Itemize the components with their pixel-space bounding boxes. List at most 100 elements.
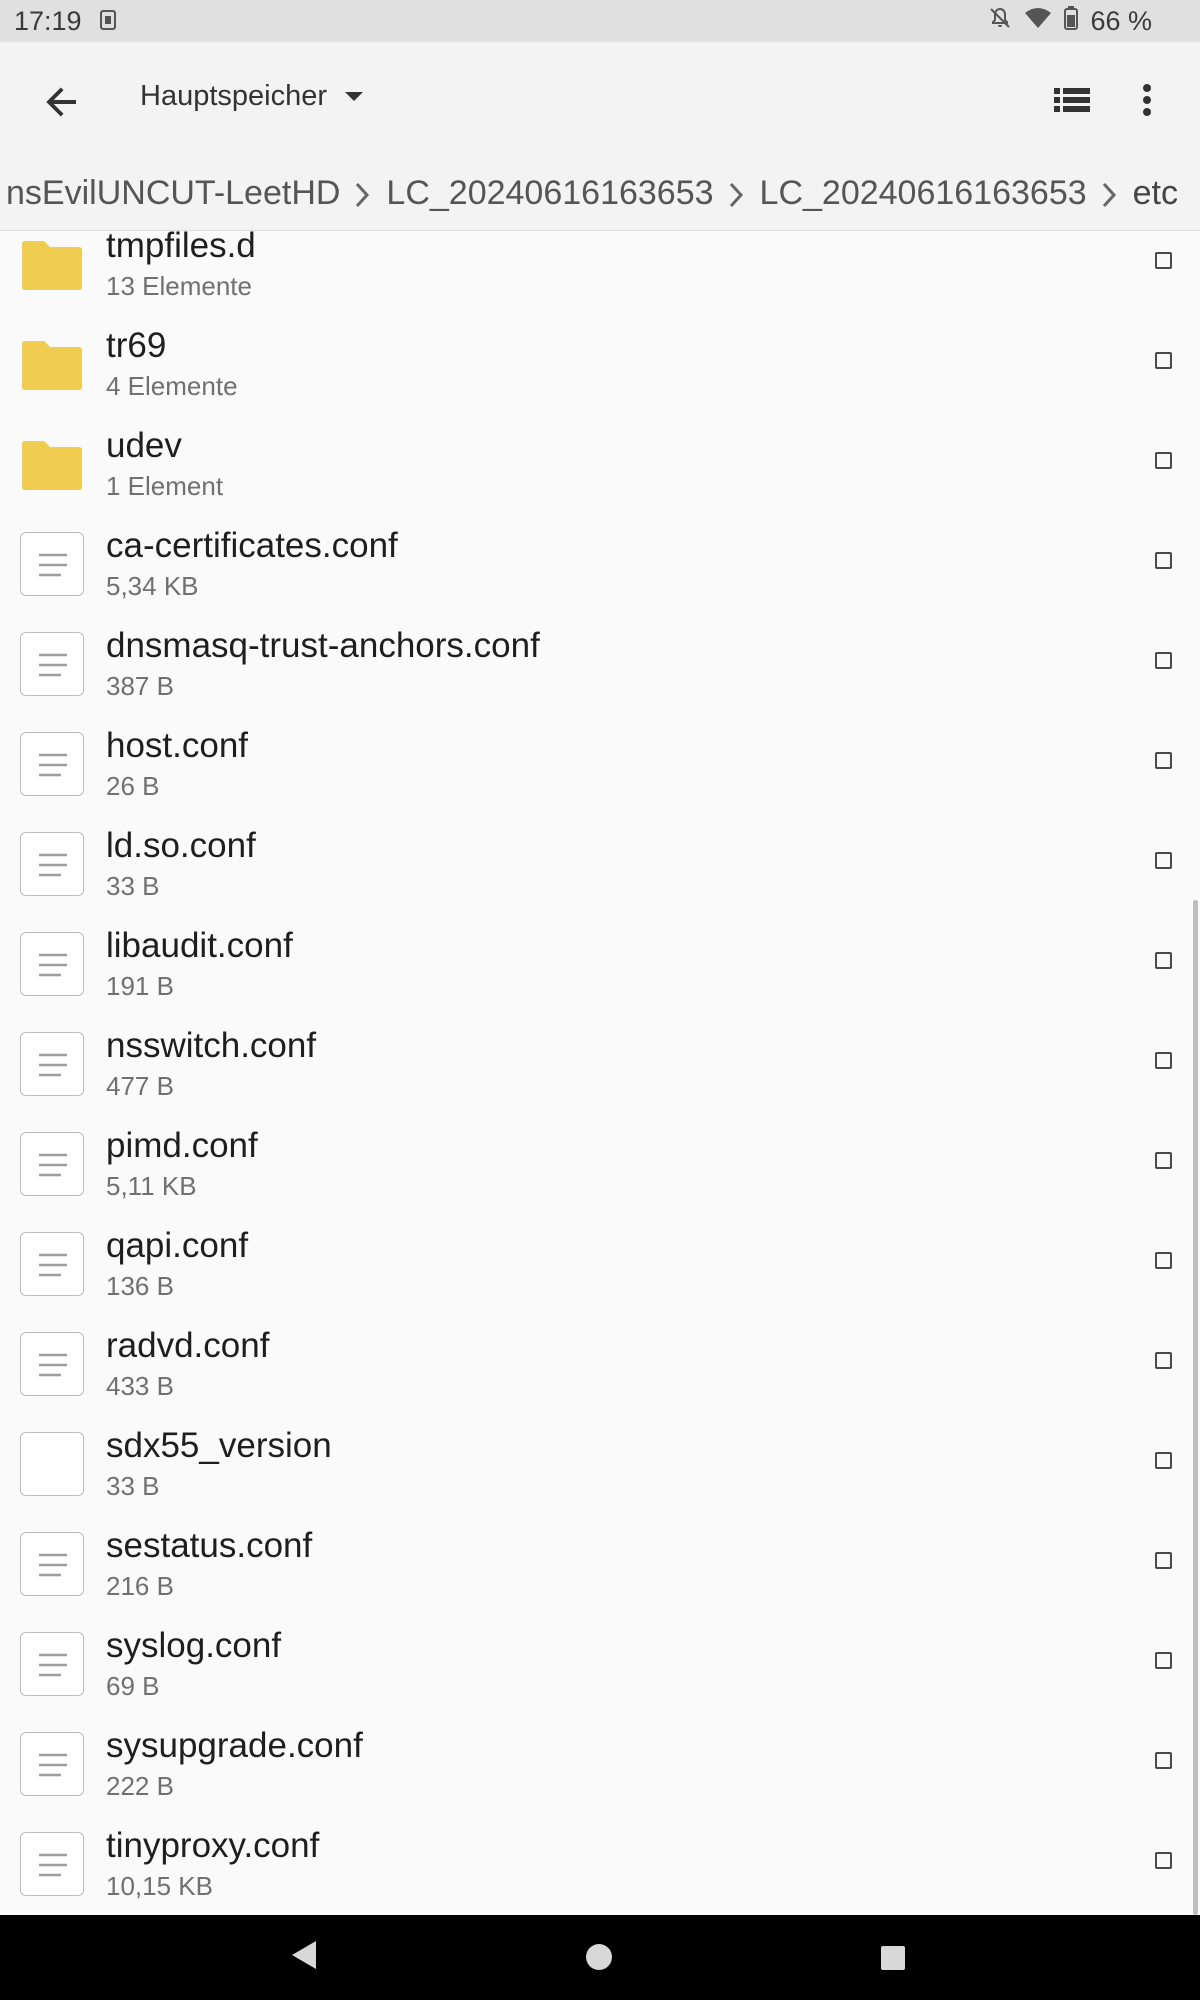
text-file-icon: [20, 732, 84, 796]
select-checkbox[interactable]: [1155, 652, 1172, 669]
item-count: 4 Elemente: [106, 371, 238, 401]
file-row[interactable]: qapi.conf 136 B: [0, 1212, 1200, 1312]
item-count: 13 Elemente: [106, 271, 252, 301]
file-name: tmpfiles.d: [106, 231, 256, 265]
file-size: 433 B: [106, 1371, 174, 1401]
file-size: 5,34 KB: [106, 571, 199, 601]
text-file-icon: [20, 1132, 84, 1196]
list-view-icon: [1054, 88, 1090, 112]
dropdown-arrow-icon: [345, 91, 363, 101]
nav-home-icon[interactable]: [586, 1944, 612, 1970]
back-button[interactable]: [38, 78, 86, 126]
select-checkbox[interactable]: [1155, 1552, 1172, 1569]
file-name: radvd.conf: [106, 1326, 270, 1365]
chevron-right-icon: [714, 177, 760, 211]
file-name: syslog.conf: [106, 1626, 282, 1665]
breadcrumb-segment[interactable]: nsEvilUNCUT-LeetHD: [6, 174, 340, 213]
chevron-right-icon: [340, 177, 386, 211]
more-options-button[interactable]: [1132, 78, 1162, 122]
list-view-button[interactable]: [1052, 80, 1092, 120]
select-checkbox[interactable]: [1155, 952, 1172, 969]
breadcrumb-current[interactable]: etc: [1133, 174, 1178, 213]
scrollbar[interactable]: [1193, 900, 1198, 1915]
app-bar: Hauptspeicher: [0, 42, 1200, 154]
select-checkbox[interactable]: [1155, 1352, 1172, 1369]
back-arrow-icon: [46, 87, 76, 117]
folder-row[interactable]: tmpfiles.d 13 Elemente: [0, 231, 1200, 312]
file-row[interactable]: sysupgrade.conf 222 B: [0, 1712, 1200, 1812]
nav-recents-icon[interactable]: [881, 1946, 905, 1970]
file-size: 222 B: [106, 1771, 174, 1801]
navigation-bar: [0, 1915, 1200, 2000]
file-size: 33 B: [106, 1471, 160, 1501]
more-vert-icon: [1143, 84, 1151, 116]
select-checkbox[interactable]: [1155, 352, 1172, 369]
file-row[interactable]: tinyproxy.conf 10,15 KB: [0, 1812, 1200, 1912]
select-checkbox[interactable]: [1155, 1452, 1172, 1469]
folder-icon: [20, 232, 84, 296]
chevron-right-icon: [1087, 177, 1133, 211]
file-row[interactable]: sestatus.conf 216 B: [0, 1512, 1200, 1612]
text-file-icon: [20, 532, 84, 596]
file-size: 477 B: [106, 1071, 174, 1101]
file-row[interactable]: host.conf 26 B: [0, 712, 1200, 812]
status-bar: 17:19 66 %: [0, 0, 1200, 42]
select-checkbox[interactable]: [1155, 1052, 1172, 1069]
file-size: 69 B: [106, 1671, 160, 1701]
breadcrumb-segment[interactable]: LC_20240616163653: [760, 174, 1087, 213]
file-row[interactable]: sdx55_version 33 B: [0, 1412, 1200, 1512]
file-row[interactable]: nsswitch.conf 477 B: [0, 1012, 1200, 1112]
folder-row[interactable]: udev 1 Element: [0, 412, 1200, 512]
text-file-icon: [20, 1332, 84, 1396]
status-time: 17:19: [14, 6, 82, 36]
folder-icon: [20, 332, 84, 396]
breadcrumb-segment[interactable]: LC_20240616163653: [386, 174, 713, 213]
select-checkbox[interactable]: [1155, 1852, 1172, 1869]
file-row[interactable]: radvd.conf 433 B: [0, 1312, 1200, 1412]
battery-icon: [1064, 6, 1079, 37]
file-name: host.conf: [106, 726, 249, 765]
file-name: tinyproxy.conf: [106, 1826, 320, 1865]
file-size: 5,11 KB: [106, 1171, 197, 1201]
item-count: 1 Element: [106, 471, 224, 501]
folder-row[interactable]: tr69 4 Elemente: [0, 312, 1200, 412]
nav-back-icon: [292, 1941, 316, 1969]
file-name: sysupgrade.conf: [106, 1726, 363, 1765]
breadcrumb: nsEvilUNCUT-LeetHD LC_20240616163653 LC_20…: [0, 154, 1200, 231]
file-name: nsswitch.conf: [106, 1026, 317, 1065]
file-row[interactable]: syslog.conf 69 B: [0, 1612, 1200, 1712]
select-checkbox[interactable]: [1155, 1252, 1172, 1269]
sim-icon: [100, 10, 116, 35]
file-row[interactable]: pimd.conf 5,11 KB: [0, 1112, 1200, 1212]
file-name: libaudit.conf: [106, 926, 293, 965]
select-checkbox[interactable]: [1155, 1752, 1172, 1769]
battery-percent: 66 %: [1090, 6, 1152, 36]
file-name: pimd.conf: [106, 1126, 258, 1165]
mute-icon: [988, 6, 1012, 37]
file-list: tmpfiles.d 13 Elemente tr69 4 Elemente udev 1…: [0, 231, 1200, 1915]
text-file-icon: [20, 1732, 84, 1796]
file-name: tr69: [106, 326, 167, 365]
file-name: sdx55_version: [106, 1426, 332, 1465]
file-row[interactable]: ld.so.conf 33 B: [0, 812, 1200, 912]
wifi-icon: [1024, 6, 1052, 37]
select-checkbox[interactable]: [1155, 552, 1172, 569]
file-size: 191 B: [106, 971, 174, 1001]
file-row[interactable]: libaudit.conf 191 B: [0, 912, 1200, 1012]
file-name: ca-certificates.conf: [106, 526, 398, 565]
text-file-icon: [20, 1032, 84, 1096]
select-checkbox[interactable]: [1155, 752, 1172, 769]
file-name: dnsmasq-trust-anchors.conf: [106, 626, 540, 665]
text-file-icon: [20, 632, 84, 696]
file-row[interactable]: dnsmasq-trust-anchors.conf 387 B: [0, 612, 1200, 712]
select-checkbox[interactable]: [1155, 252, 1172, 269]
select-checkbox[interactable]: [1155, 1152, 1172, 1169]
select-checkbox[interactable]: [1155, 452, 1172, 469]
file-row[interactable]: ca-certificates.conf 5,34 KB: [0, 512, 1200, 612]
nav-back-button[interactable]: [290, 1939, 318, 1976]
file-size: 10,15 KB: [106, 1871, 213, 1901]
storage-selector[interactable]: Hauptspeicher: [140, 80, 365, 113]
select-checkbox[interactable]: [1155, 852, 1172, 869]
file-size: 136 B: [106, 1271, 174, 1301]
select-checkbox[interactable]: [1155, 1652, 1172, 1669]
